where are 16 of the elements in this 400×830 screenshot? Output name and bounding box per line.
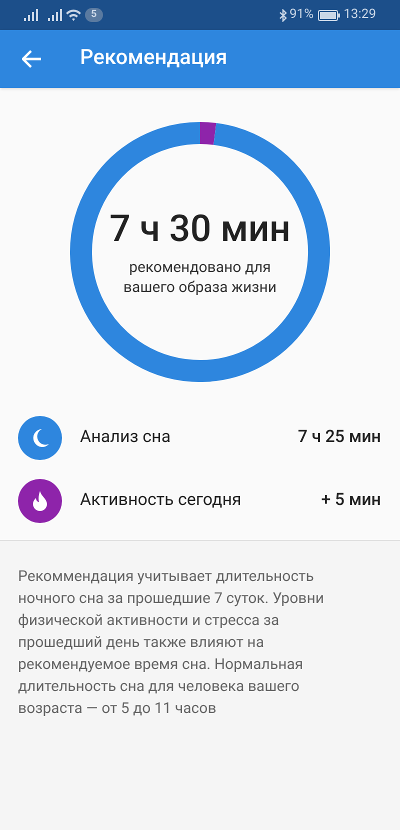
battery-percent: 91%	[289, 6, 314, 24]
battery-icon	[318, 10, 340, 20]
item-label: Анализ сна	[80, 426, 172, 449]
item-value: + 5 мин	[321, 488, 382, 512]
signal-icon	[48, 9, 62, 21]
clock: 13:29	[344, 6, 376, 24]
item-value: 7 ч 25 мин	[298, 426, 382, 449]
recommended-time: 7 ч 30 мин	[109, 206, 291, 253]
bluetooth-icon	[279, 8, 288, 22]
item-label: Активность сегодня	[80, 488, 242, 512]
signal-icon	[24, 9, 38, 21]
screen-title: Рекомендация	[80, 45, 228, 72]
notification-badge: 5	[85, 8, 103, 22]
wifi-icon	[66, 9, 81, 21]
ring-caption: рекомендовано для вашего образа жизни	[122, 257, 278, 298]
explanation-text: Рекоммендация учитывает длительность ночного сна за прошедшие 7 суток. Уровни физической активности и стресса за прошедший день также влияют на рекомендуемое время сна. Нормальная длительность сна для человека вашего возраста — от 5 до 11 часов	[18, 566, 326, 719]
